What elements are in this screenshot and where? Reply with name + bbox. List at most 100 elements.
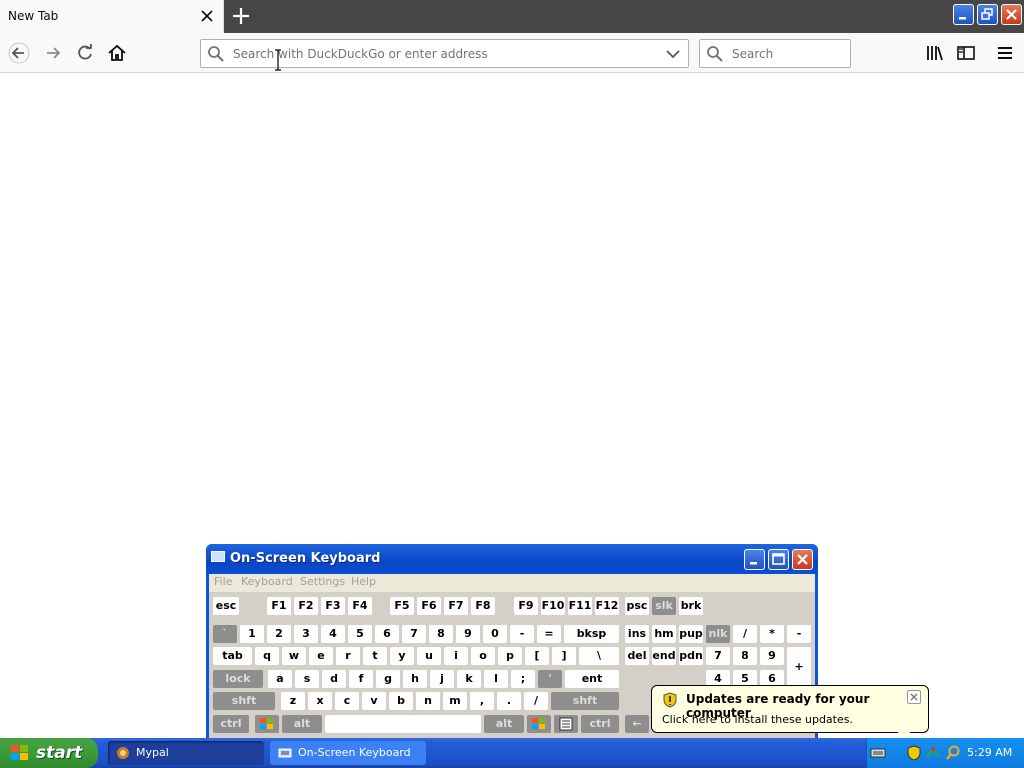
key-end[interactable]: end [652, 647, 676, 665]
network-icon[interactable] [925, 745, 941, 761]
key-s[interactable]: s [295, 670, 319, 688]
key-0[interactable]: 0 [483, 625, 507, 643]
key-9[interactable]: 9 [456, 625, 480, 643]
search-bar[interactable] [699, 39, 851, 68]
key-equals[interactable]: = [537, 625, 561, 643]
key-pgdn[interactable]: pdn [679, 647, 703, 665]
update-notification-balloon[interactable]: Updates are ready for your computer Clic… [651, 685, 929, 733]
key-semicolon[interactable]: ; [511, 670, 535, 688]
key-6[interactable]: 6 [375, 625, 399, 643]
key-u[interactable]: u [417, 647, 441, 665]
key-4[interactable]: 4 [321, 625, 345, 643]
key-k[interactable]: k [457, 670, 481, 688]
key-shift-right[interactable]: shft [551, 692, 619, 710]
key-f6[interactable]: F6 [417, 597, 441, 615]
key-z[interactable]: z [281, 692, 305, 710]
key-7[interactable]: 7 [402, 625, 426, 643]
library-icon[interactable] [924, 42, 946, 64]
home-icon[interactable] [106, 42, 128, 64]
start-button[interactable]: start [0, 738, 98, 768]
key-comma[interactable]: , [470, 692, 494, 710]
key-f9[interactable]: F9 [514, 597, 538, 615]
key-w[interactable]: w [282, 647, 306, 665]
key-m[interactable]: m [443, 692, 467, 710]
key-esc[interactable]: esc [213, 597, 239, 615]
close-icon[interactable] [198, 7, 216, 25]
key-e[interactable]: e [309, 647, 333, 665]
key-win-right[interactable] [527, 715, 551, 733]
menu-file[interactable]: File [214, 575, 232, 588]
key-g[interactable]: g [376, 670, 400, 688]
key-numlock[interactable]: nlk [706, 625, 730, 643]
menu-settings[interactable]: Settings [300, 575, 345, 588]
reload-icon[interactable] [74, 42, 96, 64]
key-t[interactable]: t [363, 647, 387, 665]
key-v[interactable]: v [362, 692, 386, 710]
url-input[interactable] [233, 40, 653, 67]
key-r[interactable]: r [336, 647, 360, 665]
restore-button[interactable] [977, 4, 998, 25]
key-period[interactable]: . [497, 692, 521, 710]
search-tray-icon[interactable] [945, 745, 961, 761]
balloon-text[interactable]: Click here to install these updates. [662, 713, 853, 726]
key-h[interactable]: h [403, 670, 427, 688]
hamburger-menu-icon[interactable] [994, 42, 1016, 64]
menu-help[interactable]: Help [351, 575, 376, 588]
key-num-plus[interactable]: + [787, 647, 811, 687]
key-space[interactable] [325, 715, 481, 733]
key-backslash[interactable]: \ [579, 647, 619, 665]
key-j[interactable]: j [430, 670, 454, 688]
key-num-8[interactable]: 8 [733, 647, 757, 665]
key-q[interactable]: q [255, 647, 279, 665]
key-f1[interactable]: F1 [267, 597, 291, 615]
key-a[interactable]: a [268, 670, 292, 688]
key-home[interactable]: hm [652, 625, 676, 643]
forward-arrow-icon[interactable] [42, 42, 64, 64]
key-f10[interactable]: F10 [541, 597, 565, 615]
key-num-multiply[interactable]: * [760, 625, 784, 643]
chevron-down-icon[interactable] [664, 45, 682, 63]
key-left-bracket[interactable]: [ [525, 647, 549, 665]
key-capslock[interactable]: lock [213, 670, 263, 688]
osk-minimize-button[interactable] [744, 549, 765, 570]
key-d[interactable]: d [322, 670, 346, 688]
key-f8[interactable]: F8 [471, 597, 495, 615]
key-p[interactable]: p [498, 647, 522, 665]
osk-close-button[interactable] [792, 549, 813, 570]
key-f4[interactable]: F4 [348, 597, 372, 615]
key-slk[interactable]: slk [652, 597, 676, 615]
search-input[interactable] [732, 40, 844, 67]
key-win-left[interactable] [255, 715, 279, 733]
key-arrow-left[interactable]: ← [625, 715, 649, 733]
key-backtick[interactable]: ` [213, 625, 237, 643]
key-f3[interactable]: F3 [321, 597, 345, 615]
key-n[interactable]: n [416, 692, 440, 710]
taskbar-item-osk[interactable]: On-Screen Keyboard [270, 741, 426, 765]
key-menu[interactable] [554, 715, 578, 733]
tab-new-tab[interactable]: New Tab [0, 0, 224, 33]
key-quote[interactable]: ' [538, 670, 562, 688]
key-f12[interactable]: F12 [595, 597, 619, 615]
key-f2[interactable]: F2 [294, 597, 318, 615]
plus-icon[interactable] [230, 5, 252, 27]
close-window-button[interactable] [1001, 4, 1022, 25]
key-f[interactable]: f [349, 670, 373, 688]
key-alt-left[interactable]: alt [282, 715, 322, 733]
key-f5[interactable]: F5 [390, 597, 414, 615]
key-y[interactable]: y [390, 647, 414, 665]
key-c[interactable]: c [335, 692, 359, 710]
key-b[interactable]: b [389, 692, 413, 710]
osk-titlebar[interactable]: On-Screen Keyboard [206, 544, 818, 574]
balloon-close-button[interactable] [907, 690, 921, 704]
sidebar-icon[interactable] [955, 42, 977, 64]
key-o[interactable]: o [471, 647, 495, 665]
key-5[interactable]: 5 [348, 625, 372, 643]
key-slash[interactable]: / [524, 692, 548, 710]
key-num-divide[interactable]: / [733, 625, 757, 643]
key-f11[interactable]: F11 [568, 597, 592, 615]
key-psc[interactable]: psc [625, 597, 649, 615]
key-num-9[interactable]: 9 [760, 647, 784, 665]
key-shift-left[interactable]: shft [213, 692, 275, 710]
key-right-bracket[interactable]: ] [552, 647, 576, 665]
key-alt-right[interactable]: alt [484, 715, 524, 733]
